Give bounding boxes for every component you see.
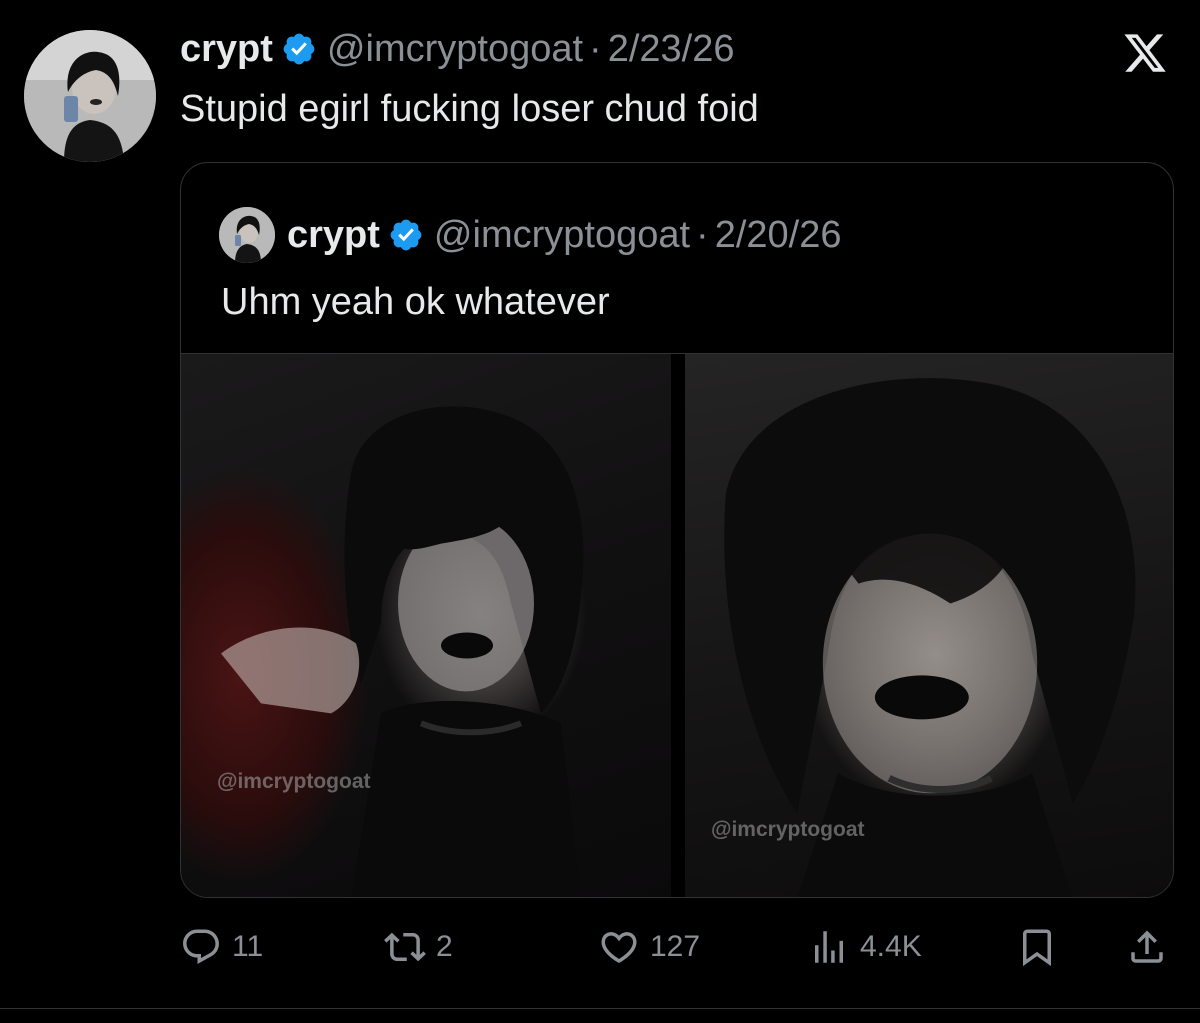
photo-2-watermark: @imcryptogoat: [711, 818, 865, 841]
share-button[interactable]: [1126, 920, 1168, 974]
header-separator: ·: [589, 28, 602, 70]
views-icon: [815, 931, 843, 963]
like-button[interactable]: 127: [598, 920, 700, 974]
quoted-verified-badge-icon: [388, 217, 424, 253]
reply-icon: [183, 929, 219, 964]
repost-icon: [384, 932, 426, 962]
repost-button[interactable]: 2: [384, 920, 453, 974]
quoted-author-handle[interactable]: @imcryptogoat: [434, 212, 690, 258]
bookmark-button[interactable]: [1016, 920, 1058, 974]
quoted-author-name[interactable]: crypt: [287, 212, 380, 258]
quoted-header: crypt @imcryptogoat · 2/20/26: [219, 207, 842, 263]
reply-count: 11: [232, 930, 264, 963]
reply-button[interactable]: 11: [180, 920, 263, 974]
views-button[interactable]: 4.4K: [808, 920, 922, 974]
tweet-header: crypt @imcryptogoat · 2/23/26: [180, 26, 735, 72]
x-logo-icon[interactable]: [1120, 30, 1170, 76]
tweet-date[interactable]: 2/23/26: [608, 26, 735, 72]
quoted-avatar: [219, 207, 275, 263]
quoted-tweet[interactable]: crypt @imcryptogoat · 2/20/26 Uhm yeah o…: [180, 162, 1174, 898]
photo-1[interactable]: @imcryptogoat: [181, 354, 671, 897]
tweet: crypt @imcryptogoat · 2/23/26 Stupid egi…: [0, 0, 1200, 1023]
photo-1-watermark: @imcryptogoat: [217, 770, 371, 793]
media-grid: @imcryptogoat @imcryptogoat: [181, 353, 1173, 897]
photo-2[interactable]: @imcryptogoat: [685, 354, 1173, 897]
verified-badge-icon: [281, 31, 317, 67]
quoted-tweet-date[interactable]: 2/20/26: [715, 212, 842, 258]
like-count: 127: [650, 930, 701, 963]
share-icon: [1131, 930, 1163, 963]
quoted-tweet-text: Uhm yeah ok whatever: [221, 281, 610, 323]
author-avatar[interactable]: [24, 30, 156, 162]
views-count: 4.4K: [860, 930, 922, 963]
divider: [0, 1008, 1200, 1009]
repost-count: 2: [436, 930, 453, 963]
bookmark-icon: [1023, 929, 1051, 967]
quoted-header-separator: ·: [696, 214, 709, 256]
tweet-text: Stupid egirl fucking loser chud foid: [180, 88, 759, 130]
action-bar: 11 2 127 4.4K: [180, 920, 1170, 974]
like-icon: [601, 932, 637, 964]
author-handle[interactable]: @imcryptogoat: [327, 26, 583, 72]
author-name[interactable]: crypt: [180, 26, 273, 72]
